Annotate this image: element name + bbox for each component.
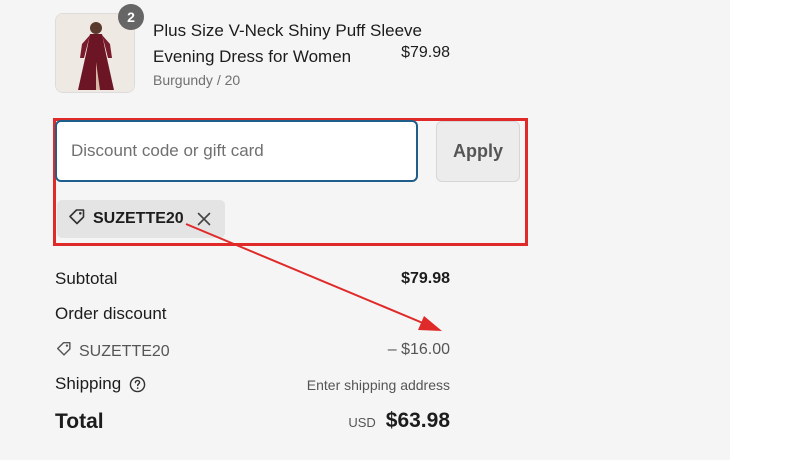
shipping-row: Shipping [55,374,146,394]
product-thumbnail: 2 [55,4,144,93]
order-discount-label: Order discount [55,304,167,323]
tag-icon [55,340,73,363]
order-summary-panel: 2 Plus Size V-Neck Shiny Puff Sleeve Eve… [0,0,730,460]
shipping-value: Enter shipping address [306,377,450,393]
total-label: Total [55,410,104,433]
subtotal-label: Subtotal [55,269,118,288]
discount-code-row: SUZETTE20 [55,340,170,363]
remove-code-close-icon[interactable] [196,211,212,227]
tag-icon [67,207,87,232]
quantity-badge: 2 [118,4,144,30]
discount-code-text: SUZETTE20 [79,342,170,360]
applied-code-label: SUZETTE20 [93,210,184,227]
product-title: Plus Size V-Neck Shiny Puff Sleeve Eveni… [153,21,422,66]
total-value: USD $63.98 [348,409,450,433]
discount-amount: – $16.00 [387,341,450,358]
apply-button[interactable]: Apply [436,121,520,182]
product-price: $79.98 [401,44,450,61]
total-amount: $63.98 [385,409,450,432]
product-variant: Burgundy / 20 [153,72,241,88]
subtotal-value: $79.98 [401,270,450,287]
shipping-label: Shipping [55,374,122,393]
applied-discount-chip: SUZETTE20 [57,200,225,238]
currency-code: USD [348,415,376,430]
question-circle-icon[interactable] [129,376,146,393]
discount-code-input[interactable] [55,120,418,182]
